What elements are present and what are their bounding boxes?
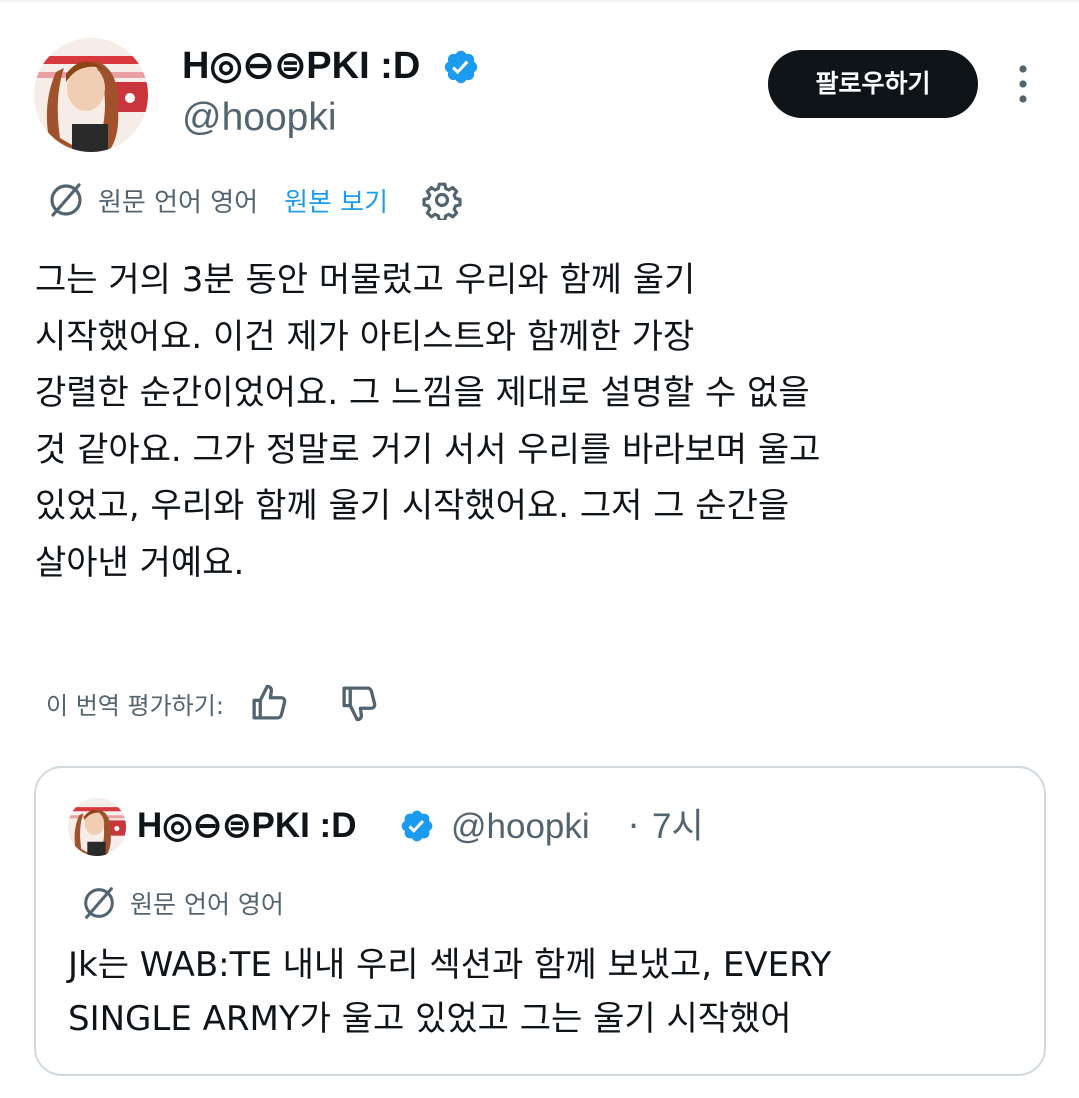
- tweet-text-line: 살아낸 거예요.: [35, 542, 245, 583]
- author-name[interactable]: H◎⊖⊜PKI :D: [182, 40, 420, 92]
- thumbs-down-icon[interactable]: [338, 682, 380, 724]
- quoted-tweet-text: Jk는 WAB:TE 내내 우리 섹션과 함께 보냈고, EVERY SINGL…: [68, 938, 1018, 1046]
- tweet-text-line: 강렬한 순간이었어요. 그 느낌을 제대로 설명할 수 없을: [35, 373, 810, 413]
- quoted-timestamp[interactable]: 7시: [652, 803, 704, 851]
- quoted-author-name[interactable]: H◎⊖⊜PKI :D: [137, 802, 356, 850]
- verified-badge-icon: [401, 810, 433, 842]
- rate-translation-bar: 이 번역 평가하기:: [46, 680, 380, 726]
- quoted-author-avatar[interactable]: [68, 798, 126, 856]
- author-handle[interactable]: @hoopki: [182, 92, 337, 144]
- verified-badge-icon: [444, 50, 478, 84]
- tweet-text-line: 그는 거의 3분 동안 머물렀고 우리와 함께 울기: [35, 260, 696, 300]
- separator-dot: ·: [628, 807, 640, 847]
- more-options-icon[interactable]: [1008, 62, 1038, 106]
- source-language-label: 원문 언어 영어: [98, 187, 259, 218]
- quoted-source-language-label: 원문 언어 영어: [130, 890, 284, 919]
- tweet-text: 그는 거의 3분 동안 머물렀고 우리와 함께 울기 시작했어요. 이건 제가 …: [35, 252, 1035, 591]
- thumbs-up-icon[interactable]: [248, 682, 290, 724]
- quoted-translation-bar: 원문 언어 영어: [80, 882, 284, 924]
- top-divider: [0, 0, 1079, 2]
- rate-translation-label: 이 번역 평가하기:: [46, 691, 224, 720]
- quoted-author-handle[interactable]: @hoopki: [451, 803, 590, 851]
- gear-icon[interactable]: [422, 180, 462, 220]
- translation-bar: 원문 언어 영어 원본 보기: [46, 178, 462, 222]
- tweet-text-line: 시작했어요. 이건 제가 아티스트와 함께한 가장: [35, 316, 695, 357]
- follow-button[interactable]: 팔로우하기: [768, 50, 978, 118]
- author-avatar[interactable]: [34, 38, 148, 152]
- quoted-text-line: SINGLE ARMY가 울고 있었고 그는 울기 시작했어: [68, 999, 792, 1039]
- view-original-link[interactable]: 원본 보기: [284, 182, 388, 219]
- tweet-text-line: 것 같아요. 그가 정말로 거기 서서 우리를 바라보며 울고: [35, 429, 821, 470]
- translate-icon: [50, 183, 82, 217]
- quoted-text-line: Jk는 WAB:TE 내내 우리 섹션과 함께 보냈고, EVERY: [68, 945, 832, 985]
- tweet-text-line: 있었고, 우리와 함께 울기 시작했어요. 그저 그 순간을: [35, 486, 790, 526]
- translate-icon: [84, 887, 114, 919]
